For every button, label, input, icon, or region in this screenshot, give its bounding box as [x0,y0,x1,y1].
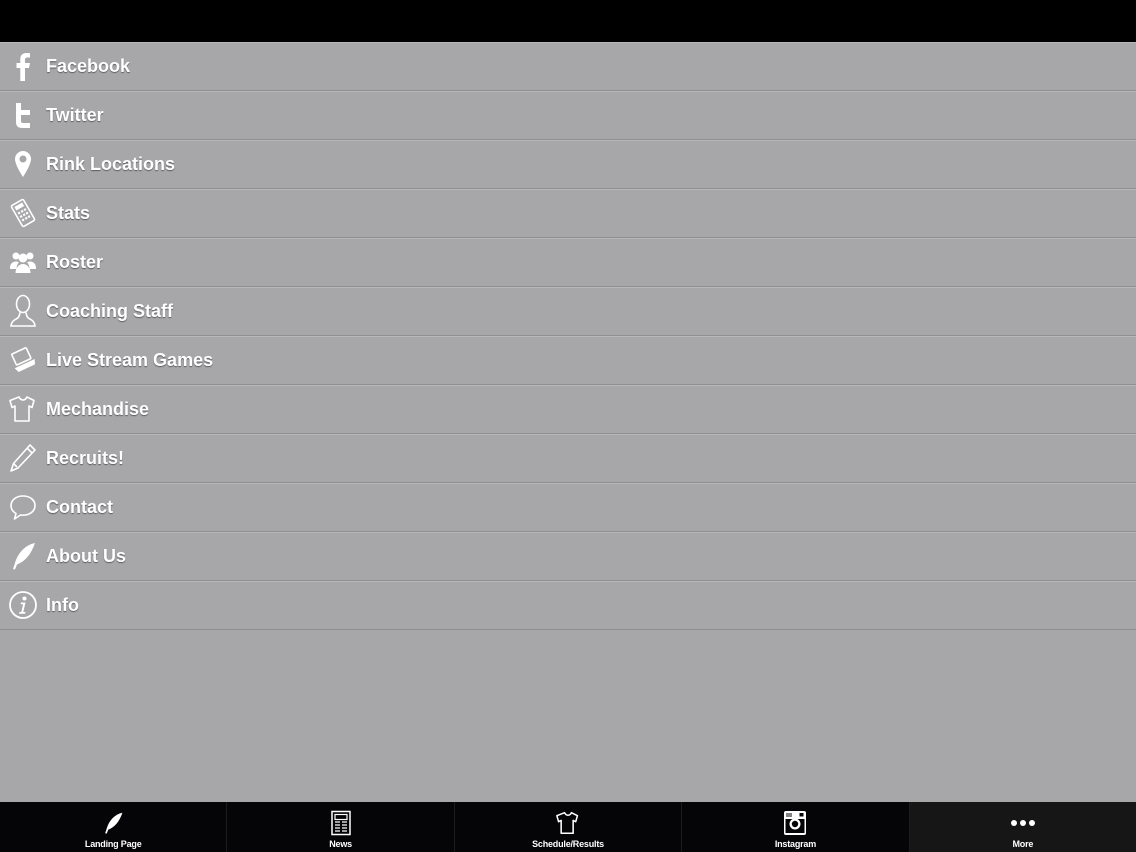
shirt-icon [0,385,46,433]
tab-instagram[interactable]: Instagram [682,802,910,852]
tab-label: Schedule/Results [532,839,604,849]
menu-item-label: Roster [46,251,104,272]
tab-label: More [1012,839,1034,849]
menu-item-label: Mechandise [46,398,150,419]
tab-label: Instagram [774,839,817,849]
facebook-icon [0,42,46,90]
tab-schedule-results[interactable]: Schedule/Results [455,802,683,852]
menu-item-label: Facebook [46,55,131,76]
more-dots-icon [1010,809,1036,837]
bottom-tab-bar: Landing Page News Schedule/Results Insta… [0,802,1136,852]
menu-item-live-stream-games[interactable]: Live Stream Games [0,336,1136,385]
twitter-icon [0,91,46,139]
menu-item-label: Rink Locations [46,153,176,174]
menu-item-label: Contact [46,496,113,517]
person-icon [0,287,46,335]
menu-item-label: Live Stream Games [46,349,214,370]
menu-item-contact[interactable]: Contact [0,483,1136,532]
feather-icon [0,532,46,580]
app-screen: Facebook Twitter Rink Locations Stats Ro [0,0,1136,852]
menu-item-label: Coaching Staff [46,300,174,321]
tab-label: Landing Page [84,839,142,849]
calculator-icon [0,189,46,237]
menu-item-roster[interactable]: Roster [0,238,1136,287]
menu-item-facebook[interactable]: Facebook [0,42,1136,91]
tab-landing-page[interactable]: Landing Page [0,802,228,852]
map-pin-icon [0,140,46,188]
instagram-icon [783,809,807,837]
group-icon [0,238,46,286]
feather-icon [102,809,124,837]
top-status-bar [0,0,1136,42]
tab-more[interactable]: More [909,802,1136,852]
menu-item-label: Recruits! [46,447,125,468]
newspaper-icon [330,809,352,837]
menu-item-rink-locations[interactable]: Rink Locations [0,140,1136,189]
menu-item-label: About Us [46,545,126,566]
menu-item-info[interactable]: Info [0,581,1136,630]
laptop-icon [0,336,46,384]
menu-item-label: Twitter [46,104,104,125]
menu-item-recruits[interactable]: Recruits! [0,434,1136,483]
menu-item-coaching-staff[interactable]: Coaching Staff [0,287,1136,336]
shirt-icon [556,809,580,837]
more-menu-list: Facebook Twitter Rink Locations Stats Ro [0,42,1136,630]
pencil-icon [0,434,46,482]
info-icon [0,581,46,629]
menu-item-stats[interactable]: Stats [0,189,1136,238]
tab-news[interactable]: News [227,802,455,852]
menu-item-label: Stats [46,202,91,223]
menu-item-twitter[interactable]: Twitter [0,91,1136,140]
menu-item-label: Info [46,594,79,615]
speech-bubble-icon [0,483,46,531]
menu-item-about-us[interactable]: About Us [0,532,1136,581]
menu-item-merchandise[interactable]: Mechandise [0,385,1136,434]
tab-label: News [329,839,352,849]
